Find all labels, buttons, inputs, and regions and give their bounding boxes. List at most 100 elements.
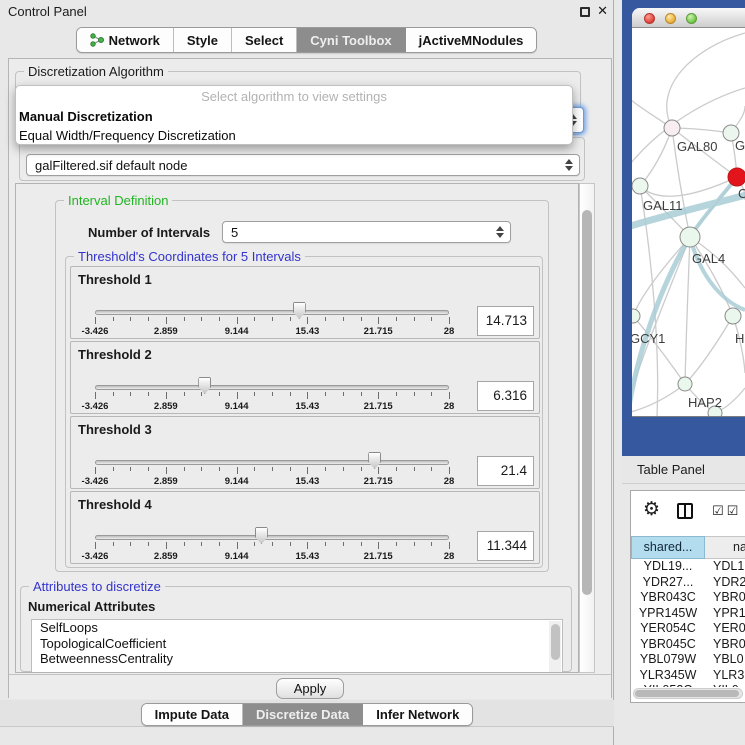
cell-shared-name[interactable]: YIL052C bbox=[631, 683, 705, 687]
table-row[interactable]: YER054CYER0 bbox=[631, 621, 745, 637]
cell-shared-name[interactable]: YBR043C bbox=[631, 590, 705, 606]
network-node[interactable] bbox=[632, 309, 640, 323]
list-scrollbar-thumb[interactable] bbox=[551, 624, 560, 660]
list-scrollbar[interactable] bbox=[549, 621, 561, 673]
close-icon[interactable]: ✕ bbox=[597, 3, 608, 19]
tab-discretize-data[interactable]: Discretize Data bbox=[243, 704, 363, 725]
close-traffic-icon[interactable] bbox=[644, 13, 655, 24]
attribute-list-item[interactable]: TopologicalCoefficient bbox=[32, 636, 562, 652]
slider-track[interactable] bbox=[95, 310, 449, 315]
threshold-value-field[interactable]: 21.4 bbox=[477, 456, 534, 486]
tab-select[interactable]: Select bbox=[232, 28, 297, 52]
threshold-slider[interactable]: -3.4262.8599.14415.4321.71528 bbox=[95, 525, 449, 563]
column-header-name[interactable]: na bbox=[705, 536, 745, 559]
cell-name[interactable]: YDR2 bbox=[705, 575, 745, 591]
slider-tick bbox=[396, 467, 397, 471]
panel-scrollbar-thumb[interactable] bbox=[582, 210, 592, 595]
gear-icon[interactable]: ⚙ bbox=[643, 500, 660, 519]
network-node[interactable] bbox=[632, 178, 648, 194]
network-node[interactable] bbox=[678, 377, 692, 391]
zoom-traffic-icon[interactable] bbox=[686, 13, 697, 24]
threshold-slider[interactable]: -3.4262.8599.14415.4321.71528 bbox=[95, 300, 449, 338]
slider-handle[interactable] bbox=[368, 452, 381, 469]
slider-tick bbox=[166, 467, 167, 474]
table-row[interactable]: YBR045CYBR0 bbox=[631, 637, 745, 653]
tab-network[interactable]: Network bbox=[77, 28, 174, 52]
slider-tick bbox=[95, 467, 96, 474]
attribute-list-item[interactable]: BetweennessCentrality bbox=[32, 651, 562, 667]
column-header-shared-name[interactable]: shared... bbox=[631, 536, 705, 559]
cell-shared-name[interactable]: YDL19... bbox=[631, 559, 705, 575]
network-canvas[interactable]: GAL80GCGAL11GAL4GCY1HHAP2 bbox=[632, 28, 745, 417]
cell-name[interactable]: YPR1 bbox=[705, 606, 745, 622]
cell-name[interactable]: YBR0 bbox=[705, 590, 745, 606]
threshold-value-field[interactable]: 11.344 bbox=[477, 531, 534, 561]
threshold-slider[interactable]: -3.4262.8599.14415.4321.71528 bbox=[95, 375, 449, 413]
cell-name[interactable]: YBR0 bbox=[705, 637, 745, 653]
network-window-titlebar[interactable] bbox=[632, 8, 745, 28]
interval-definition-group: Interval Definition Number of Intervals … bbox=[55, 200, 549, 572]
cell-shared-name[interactable]: YER054C bbox=[631, 621, 705, 637]
split-columns-icon[interactable] bbox=[677, 503, 693, 519]
dropdown-item-equal-width[interactable]: Equal Width/Frequency Discretization bbox=[16, 126, 572, 145]
network-node[interactable] bbox=[728, 168, 745, 186]
cell-name[interactable]: YDL1 bbox=[705, 559, 745, 575]
attribute-list-item[interactable]: SelfLoops bbox=[32, 620, 562, 636]
cell-shared-name[interactable]: YDR27... bbox=[631, 575, 705, 591]
float-window-icon[interactable] bbox=[580, 7, 590, 17]
network-node[interactable] bbox=[680, 227, 700, 247]
slider-track[interactable] bbox=[95, 385, 449, 390]
slider-track[interactable] bbox=[95, 535, 449, 540]
column-checkboxes-icon[interactable]: ☑☑ bbox=[712, 504, 741, 519]
slider-tick bbox=[361, 467, 362, 471]
tab-style[interactable]: Style bbox=[174, 28, 232, 52]
table-row[interactable]: YPR145WYPR1 bbox=[631, 606, 745, 622]
minimize-traffic-icon[interactable] bbox=[665, 13, 676, 24]
cell-shared-name[interactable]: YLR345W bbox=[631, 668, 705, 684]
numerical-attributes-list[interactable]: SelfLoopsTopologicalCoefficientBetweenne… bbox=[31, 619, 563, 673]
slider-tick bbox=[166, 542, 167, 549]
slider-tick bbox=[449, 542, 450, 549]
table-data-combo[interactable]: galFiltered.sif default node bbox=[26, 154, 580, 176]
cell-shared-name[interactable]: YBL079W bbox=[631, 652, 705, 668]
network-node[interactable] bbox=[664, 120, 680, 136]
threshold-value-field[interactable]: 14.713 bbox=[477, 306, 534, 336]
apply-button[interactable]: Apply bbox=[276, 678, 344, 699]
table-row[interactable]: YDL19...YDL1 bbox=[631, 559, 745, 575]
slider-track[interactable] bbox=[95, 460, 449, 465]
tab-label: Network bbox=[109, 33, 160, 48]
table-row[interactable]: YDR27...YDR2 bbox=[631, 575, 745, 591]
slider-handle[interactable] bbox=[255, 527, 268, 544]
threshold-value-field[interactable]: 6.316 bbox=[477, 381, 534, 411]
table-row[interactable]: YBL079WYBL0 bbox=[631, 652, 745, 668]
network-node[interactable] bbox=[725, 308, 741, 324]
slider-tick bbox=[113, 542, 114, 546]
cell-name[interactable]: YIL0 bbox=[705, 683, 745, 687]
cell-shared-name[interactable]: YBR045C bbox=[631, 637, 705, 653]
slider-handle[interactable] bbox=[198, 377, 211, 394]
slider-tick-label: 2.859 bbox=[154, 551, 178, 562]
table-hscroll-thumb[interactable] bbox=[635, 690, 739, 697]
slider-tick bbox=[431, 542, 432, 546]
tab-jactivemnodules[interactable]: jActiveMNodules bbox=[406, 28, 537, 52]
threshold-slider[interactable]: -3.4262.8599.14415.4321.71528 bbox=[95, 450, 449, 488]
dropdown-item-manual-discretization[interactable]: Manual Discretization bbox=[16, 107, 572, 126]
cell-name[interactable]: YER0 bbox=[705, 621, 745, 637]
slider-tick-label: 15.43 bbox=[296, 476, 320, 487]
slider-tick bbox=[325, 542, 326, 546]
table-row[interactable]: YBR043CYBR0 bbox=[631, 590, 745, 606]
cell-shared-name[interactable]: YPR145W bbox=[631, 606, 705, 622]
number-of-intervals-combo[interactable]: 5 bbox=[222, 221, 511, 243]
panel-scrollbar[interactable] bbox=[579, 183, 595, 673]
slider-handle[interactable] bbox=[293, 302, 306, 319]
tab-cyni-toolbox[interactable]: Cyni Toolbox bbox=[297, 28, 405, 52]
dropdown-prompt[interactable]: Select algorithm to view settings bbox=[16, 86, 572, 107]
tab-impute-data[interactable]: Impute Data bbox=[142, 704, 243, 725]
tab-infer-network[interactable]: Infer Network bbox=[363, 704, 472, 725]
table-row[interactable]: YIL052CYIL0 bbox=[631, 683, 745, 687]
panel-title: Control Panel bbox=[8, 4, 87, 19]
table-row[interactable]: YLR345WYLR3 bbox=[631, 668, 745, 684]
cell-name[interactable]: YLR3 bbox=[705, 668, 745, 684]
cell-name[interactable]: YBL0 bbox=[705, 652, 745, 668]
table-horizontal-scrollbar[interactable] bbox=[633, 688, 743, 699]
